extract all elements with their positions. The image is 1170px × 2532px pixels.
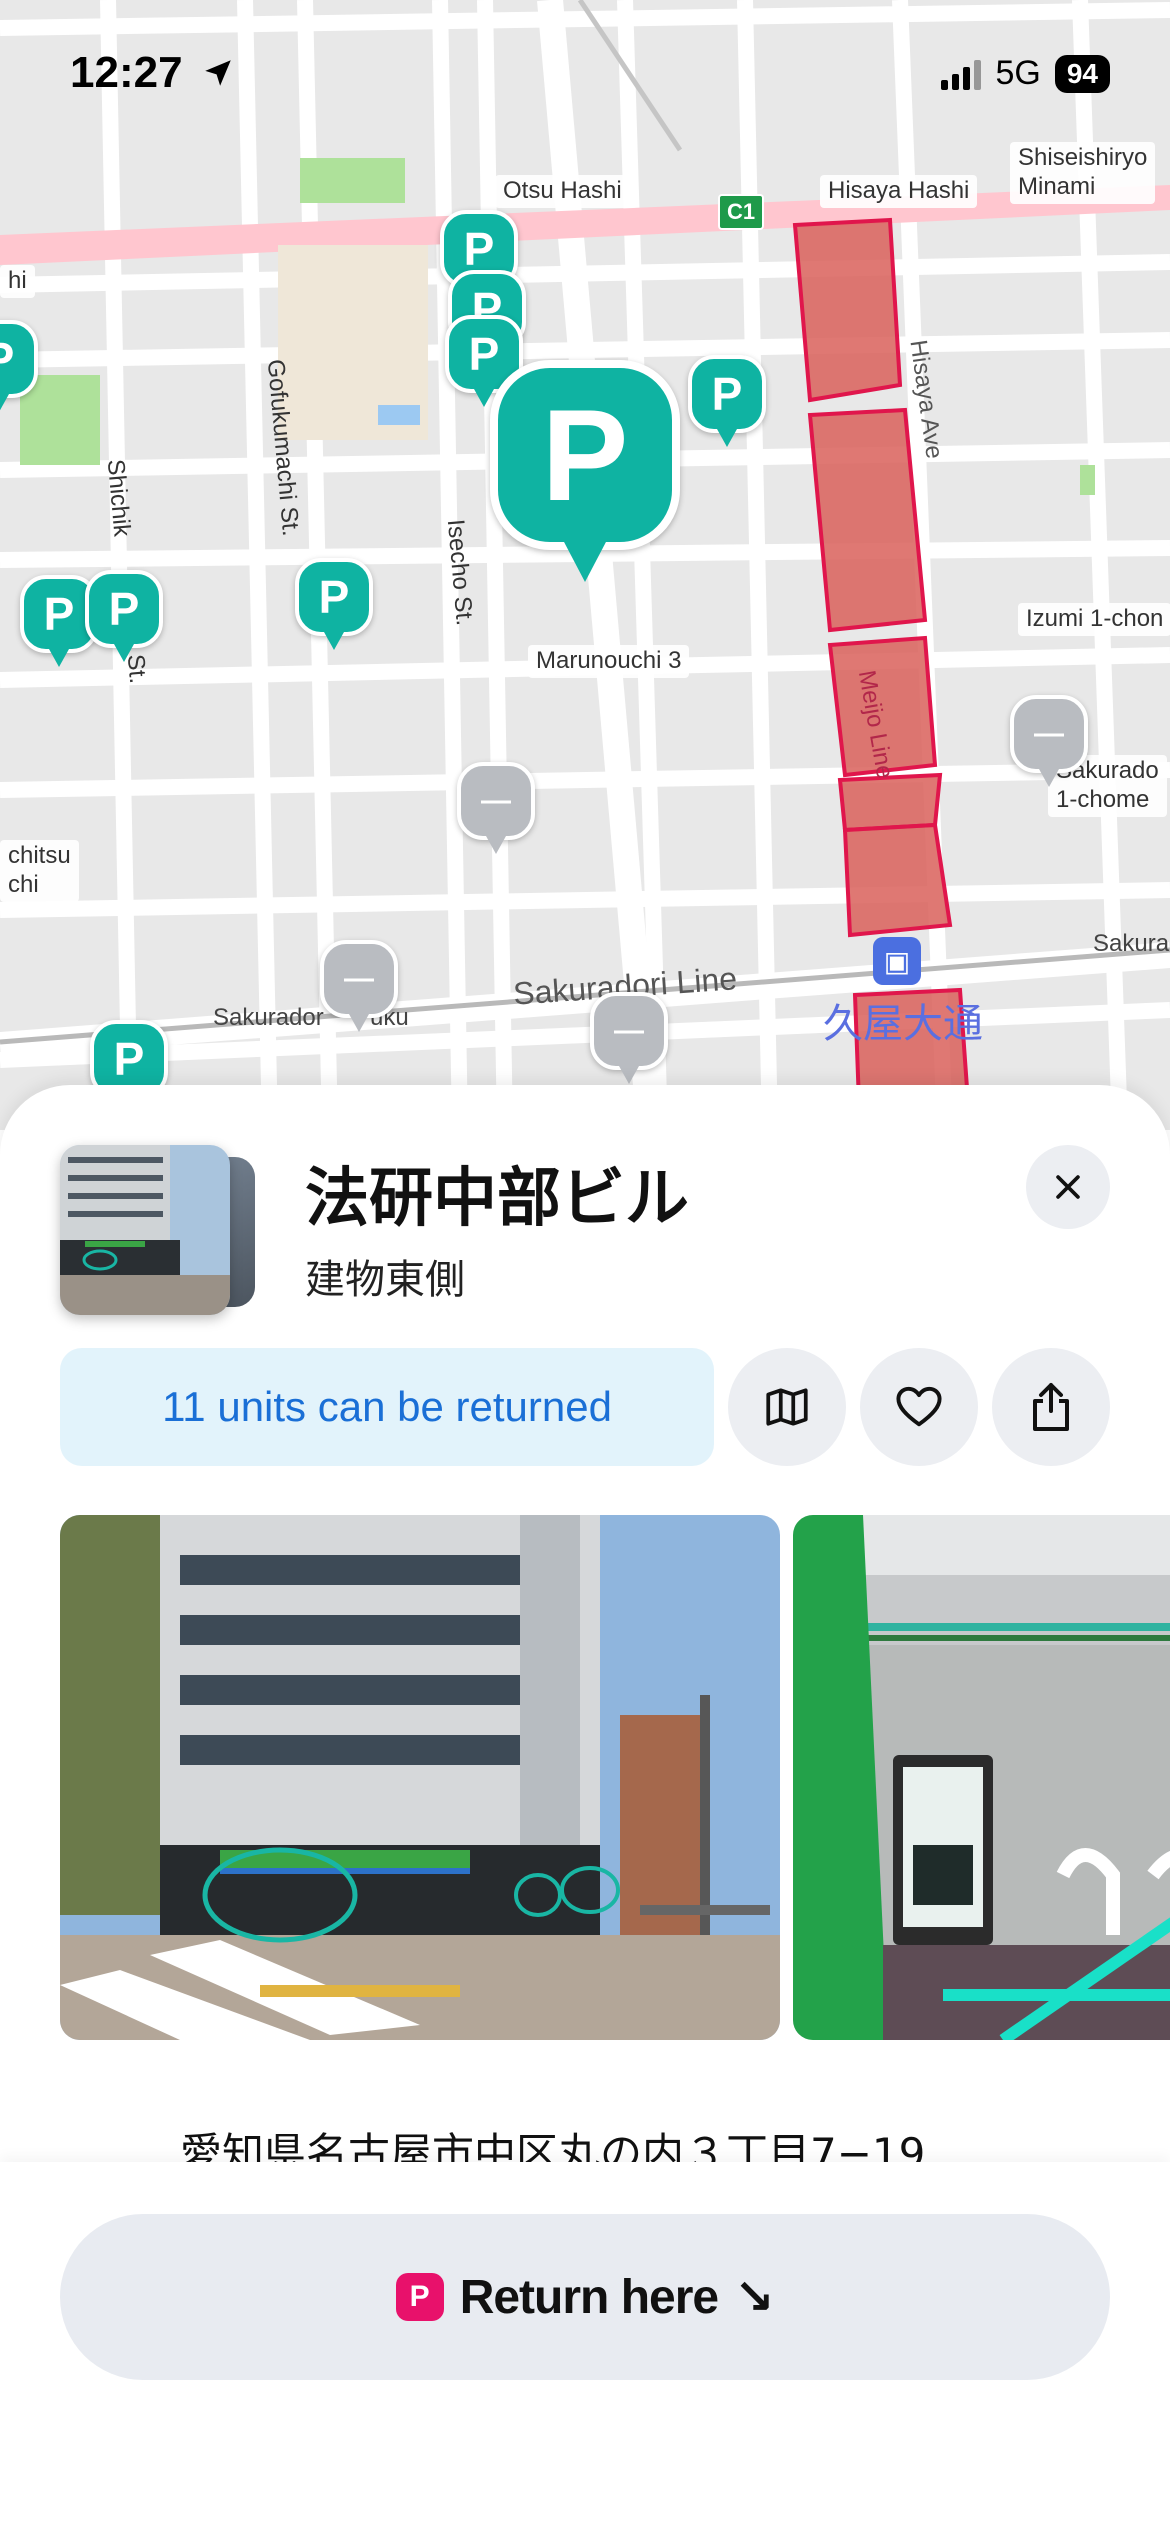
place-thumbnail[interactable] <box>60 1145 260 1315</box>
subway-station-icon[interactable]: ▣ <box>873 937 921 985</box>
unavailable-pin[interactable]: — <box>457 762 535 840</box>
share-button[interactable] <box>992 1348 1110 1466</box>
thumbnail-front <box>60 1145 230 1315</box>
parking-pin[interactable]: P <box>85 570 163 648</box>
map-label-sakurado-right: Sakurado <box>1093 930 1170 957</box>
close-icon <box>1056 1175 1080 1199</box>
parking-pin[interactable]: P <box>0 320 38 398</box>
place-title: 法研中部ビル <box>305 1162 689 1236</box>
map-label-hi: hi <box>0 265 35 298</box>
parking-badge-icon: P <box>395 2273 444 2321</box>
battery-level: 94 <box>1054 54 1110 93</box>
network-type: 5G <box>995 54 1041 92</box>
parking-pin[interactable]: P <box>688 355 766 433</box>
close-button[interactable] <box>1026 1145 1110 1229</box>
unavailable-pin[interactable]: — <box>1010 695 1088 773</box>
units-returnable-text: 11 units can be returned <box>162 1383 612 1430</box>
photo-carousel[interactable] <box>60 1515 1170 2040</box>
arrow-down-right-icon: ↘ <box>734 2271 775 2324</box>
selected-parking-pin[interactable]: P <box>490 360 680 550</box>
map-label-hisaya-odori: 久屋大通 <box>823 1001 983 1047</box>
return-here-button[interactable]: P Return here ↘ <box>60 2214 1110 2380</box>
location-arrow-icon <box>205 60 231 86</box>
map-label-chitsu: chitsu chi <box>0 840 79 902</box>
heart-icon <box>896 1386 942 1427</box>
unavailable-pin[interactable]: — <box>320 940 398 1018</box>
map-label-sakuradori-dori: Sakurador <box>213 1004 324 1031</box>
action-row: 11 units can be returned <box>60 1348 1110 1466</box>
place-photo[interactable] <box>793 1515 1170 2040</box>
clock-text: 12:27 <box>70 48 183 97</box>
map-label-otsu-hashi: Otsu Hashi <box>495 175 630 208</box>
favorite-button[interactable] <box>860 1348 978 1466</box>
map-icon <box>766 1388 808 1426</box>
place-subtitle: 建物東側 <box>305 1257 465 1303</box>
place-photo[interactable] <box>60 1515 780 2040</box>
bottom-action-bar: P Return here ↘ <box>0 2162 1170 2532</box>
status-time: 12:27 <box>70 48 235 98</box>
map-label-shiseishiryo: Shiseishiryo Minami <box>1010 142 1156 204</box>
map-view[interactable]: Otsu Hashi C1 Hisaya Hashi Shiseishiryo … <box>0 0 1170 1130</box>
status-indicators: 5G 94 <box>941 54 1110 93</box>
route-badge: C1 <box>718 194 765 230</box>
return-here-label: Return here <box>459 2270 719 2324</box>
cellular-signal-icon <box>941 58 982 90</box>
parking-pin[interactable]: P <box>295 558 373 636</box>
share-icon <box>1033 1383 1069 1431</box>
units-returnable-badge[interactable]: 11 units can be returned <box>60 1348 714 1466</box>
open-map-button[interactable] <box>728 1348 846 1466</box>
unavailable-pin[interactable]: — <box>590 992 668 1070</box>
map-label-izumi: Izumi 1-chon <box>1018 603 1170 636</box>
map-label-hisaya-hashi: Hisaya Hashi <box>820 175 978 208</box>
map-label-marunouchi: Marunouchi 3 <box>528 645 690 678</box>
status-bar: 12:27 5G 94 <box>0 0 1170 140</box>
